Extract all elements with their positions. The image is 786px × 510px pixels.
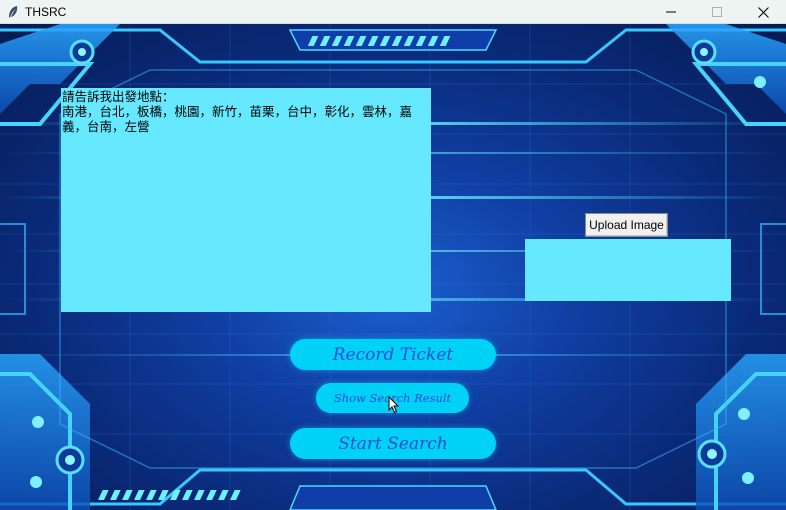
window-title: THSRC — [25, 4, 67, 19]
record-ticket-button[interactable]: Record Ticket — [290, 339, 496, 370]
close-icon — [757, 6, 769, 18]
minimize-icon — [666, 11, 676, 13]
upload-image-button[interactable]: Upload Image — [585, 213, 668, 237]
start-search-button[interactable]: Start Search — [290, 428, 496, 459]
title-bar: THSRC — [0, 0, 786, 24]
minimize-button[interactable] — [648, 0, 694, 24]
mouse-cursor-icon — [388, 396, 400, 414]
window-controls — [648, 0, 786, 24]
departure-text-area[interactable]: 請告訴我出發地點： 南港，台北，板橋，桃園，新竹，苗栗，台中，彰化，雲林，嘉義，… — [61, 88, 431, 312]
feather-icon — [2, 0, 24, 24]
maximize-icon — [712, 7, 722, 17]
image-preview-area — [525, 239, 731, 301]
maximize-button[interactable] — [694, 0, 740, 24]
close-button[interactable] — [740, 0, 786, 24]
